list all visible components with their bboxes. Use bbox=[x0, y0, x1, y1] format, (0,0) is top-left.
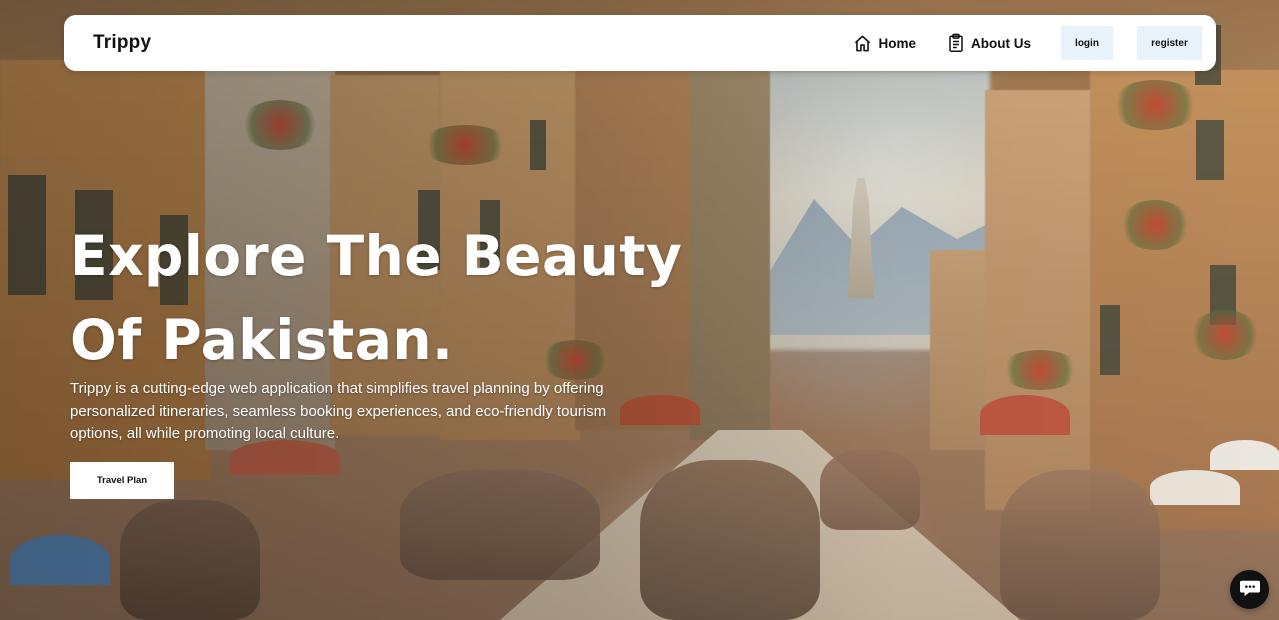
hero-title-line1: Explore The Beauty bbox=[70, 224, 683, 288]
nav-about-link[interactable]: About Us bbox=[947, 33, 1031, 53]
login-button[interactable]: login bbox=[1061, 26, 1113, 60]
nav-home-label: Home bbox=[878, 35, 916, 51]
hero-description: Trippy is a cutting-edge web application… bbox=[70, 380, 607, 442]
chat-bubble-icon bbox=[1239, 578, 1261, 602]
hero-title-line2: Of Pakistan. bbox=[70, 308, 454, 372]
landing-page: Trippy Home About Us login register Expl… bbox=[0, 0, 1279, 620]
nav-about-label: About Us bbox=[971, 35, 1031, 51]
register-button[interactable]: register bbox=[1137, 26, 1202, 60]
navbar: Trippy Home About Us login register bbox=[64, 15, 1216, 71]
clipboard-icon bbox=[947, 33, 965, 53]
brand-logo[interactable]: Trippy bbox=[93, 32, 853, 54]
chat-button[interactable] bbox=[1230, 570, 1269, 609]
nav-home-link[interactable]: Home bbox=[853, 34, 916, 53]
travel-plan-button[interactable]: Travel Plan bbox=[70, 462, 174, 499]
home-icon bbox=[853, 34, 872, 53]
hero-title: Explore The Beauty Of Pakistan. bbox=[70, 214, 690, 382]
